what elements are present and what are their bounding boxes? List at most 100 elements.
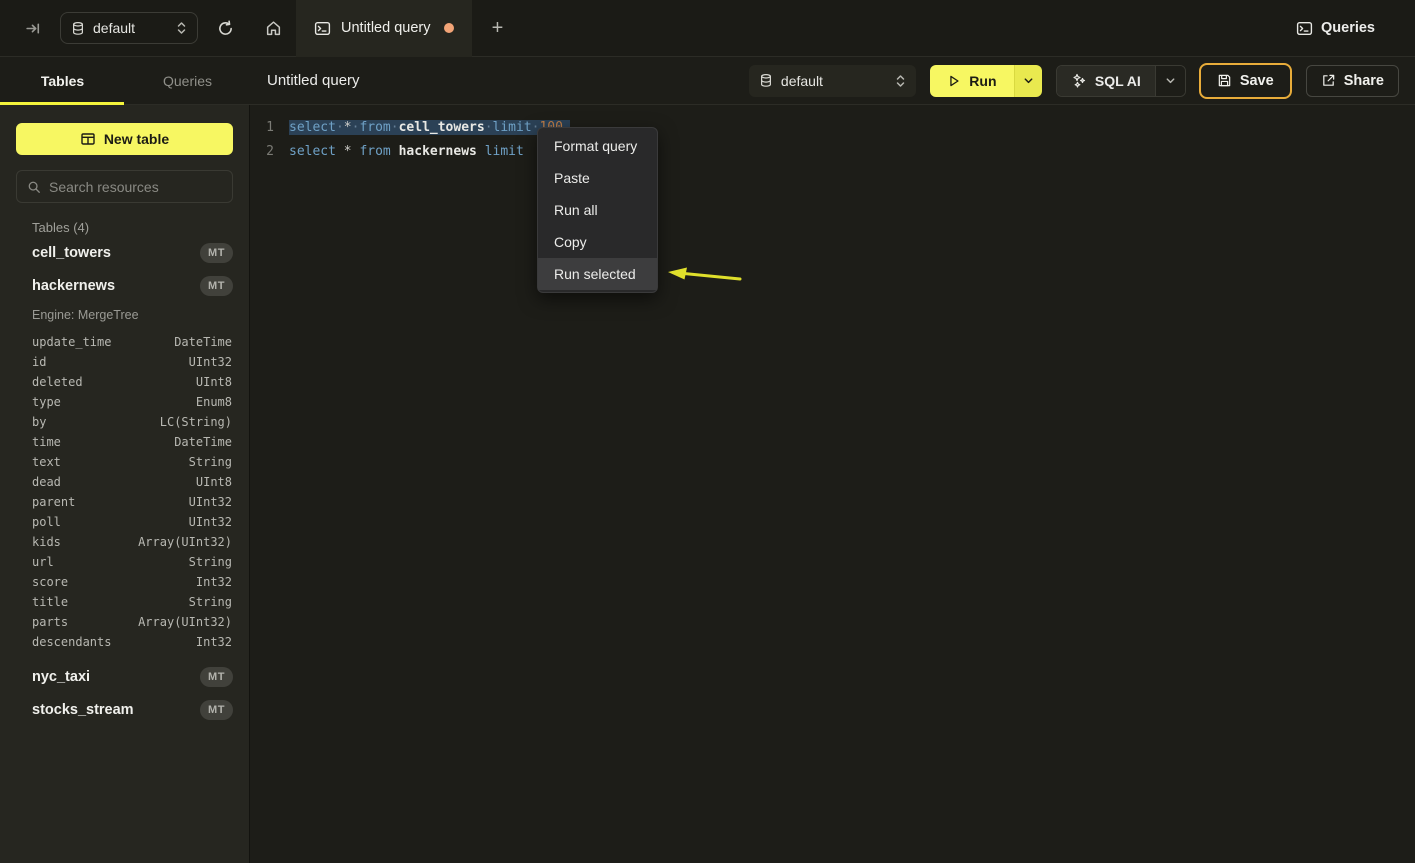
column-type: DateTime [174, 335, 232, 349]
engine-badge: MT [200, 276, 233, 296]
context-menu-item-format-query[interactable]: Format query [538, 130, 657, 162]
column-name: text [32, 455, 189, 469]
context-menu-item-run-selected[interactable]: Run selected [538, 258, 657, 290]
context-menu-item-run-all[interactable]: Run all [538, 194, 657, 226]
run-button[interactable]: Run [930, 65, 1014, 97]
table-engine-label: Engine: MergeTree [32, 308, 233, 324]
sparkles-icon [1071, 73, 1087, 89]
query-header: Untitled query default [250, 57, 1415, 105]
sidebar-tab-tables[interactable]: Tables [0, 57, 125, 105]
chevron-down-icon [1023, 75, 1034, 86]
line-number: 2 [250, 140, 274, 164]
queries-nav-link[interactable]: Queries [1296, 20, 1415, 37]
editor-context-menu: Format query Paste Run all Copy Run sele… [537, 127, 658, 293]
column-row: scoreInt32 [0, 572, 249, 592]
column-type: UInt8 [196, 475, 232, 489]
query-tab[interactable]: Untitled query [296, 0, 472, 57]
context-menu-item-copy[interactable]: Copy [538, 226, 657, 258]
column-name: deleted [32, 375, 196, 389]
column-name: parent [32, 495, 189, 509]
play-icon [947, 74, 961, 88]
column-name: kids [32, 535, 138, 549]
column-type: String [189, 455, 232, 469]
column-name: update_time [32, 335, 174, 349]
table-name: cell_towers [32, 245, 200, 261]
column-type: LC(String) [160, 415, 232, 429]
sql-editor[interactable]: 1 select·*·from·cell_towers·limit·100 2 … [250, 105, 1415, 863]
toolbar-database-value: default [781, 73, 887, 89]
topbar-database-selector[interactable]: default [60, 12, 198, 44]
column-name: url [32, 555, 189, 569]
table-row-cell-towers[interactable]: cell_towers MT [0, 236, 249, 269]
table-name: stocks_stream [32, 702, 200, 718]
table-name: nyc_taxi [32, 669, 200, 685]
run-button-label: Run [969, 73, 996, 89]
column-type: String [189, 555, 232, 569]
column-name: time [32, 435, 174, 449]
app-window: default [0, 0, 1415, 863]
terminal-icon [314, 20, 331, 37]
tables-section-title: Tables (4) [32, 220, 233, 236]
save-button[interactable]: Save [1199, 63, 1292, 99]
sidebar-tabs: Tables Queries [0, 57, 250, 105]
new-table-label: New table [104, 131, 169, 147]
run-options-dropdown[interactable] [1014, 65, 1042, 97]
share-button[interactable]: Share [1306, 65, 1399, 97]
column-row: textString [0, 452, 249, 472]
engine-badge: MT [200, 667, 233, 687]
save-button-label: Save [1240, 73, 1274, 89]
chevron-down-icon [1165, 75, 1176, 86]
home-tab[interactable] [250, 0, 296, 57]
column-type: UInt32 [189, 355, 232, 369]
database-icon [759, 73, 773, 88]
sql-ai-button[interactable]: SQL AI [1057, 66, 1155, 96]
column-name: dead [32, 475, 196, 489]
sidebar-tab-queries[interactable]: Queries [125, 57, 250, 105]
context-menu-item-paste[interactable]: Paste [538, 162, 657, 194]
column-type: DateTime [174, 435, 232, 449]
new-table-button[interactable]: New table [16, 123, 233, 155]
column-type: Int32 [196, 575, 232, 589]
column-row: deletedUInt8 [0, 372, 249, 392]
column-name: type [32, 395, 196, 409]
column-type: UInt32 [189, 495, 232, 509]
home-icon [265, 20, 282, 37]
toolbar-database-selector[interactable]: default [749, 65, 916, 97]
share-icon [1321, 73, 1336, 88]
table-name: hackernews [32, 278, 200, 294]
column-type: Enum8 [196, 395, 232, 409]
share-button-label: Share [1344, 73, 1384, 89]
sql-ai-dropdown[interactable] [1155, 66, 1185, 96]
whitespace-dot: · [485, 120, 493, 135]
column-row: typeEnum8 [0, 392, 249, 412]
column-type: String [189, 595, 232, 609]
column-row: partsArray(UInt32) [0, 612, 249, 632]
search-resources-input[interactable] [49, 179, 230, 195]
column-row: titleString [0, 592, 249, 612]
queries-link-label: Queries [1321, 20, 1375, 36]
column-row: pollUInt32 [0, 512, 249, 532]
column-row: update_timeDateTime [0, 332, 249, 352]
column-type: UInt32 [189, 515, 232, 529]
table-row-stocks-stream[interactable]: stocks_stream MT [0, 693, 249, 726]
topbar-database-value: default [93, 20, 168, 36]
table-row-hackernews[interactable]: hackernews MT [0, 269, 249, 302]
sidebar-content: New table Tables (4) cell_towers MT hack… [0, 105, 249, 863]
engine-badge: MT [200, 243, 233, 263]
search-resources-box [16, 170, 233, 203]
editor-line-1[interactable]: 1 select·*·from·cell_towers·limit·100 [250, 116, 1415, 140]
table-row-nyc-taxi[interactable]: nyc_taxi MT [0, 660, 249, 693]
column-name: score [32, 575, 196, 589]
refresh-icon[interactable] [212, 15, 238, 41]
select-arrows-icon [895, 74, 906, 88]
column-row: parentUInt32 [0, 492, 249, 512]
sidebar-collapse-icon[interactable] [20, 15, 46, 41]
whitespace-dot: · [391, 120, 399, 135]
column-row: descendantsInt32 [0, 632, 249, 652]
column-name: id [32, 355, 189, 369]
new-tab-button[interactable]: + [472, 0, 522, 57]
column-row: deadUInt8 [0, 472, 249, 492]
line-number: 1 [250, 116, 274, 140]
column-row: timeDateTime [0, 432, 249, 452]
editor-line-2[interactable]: 2 select * from hackernews limit [250, 140, 1415, 164]
